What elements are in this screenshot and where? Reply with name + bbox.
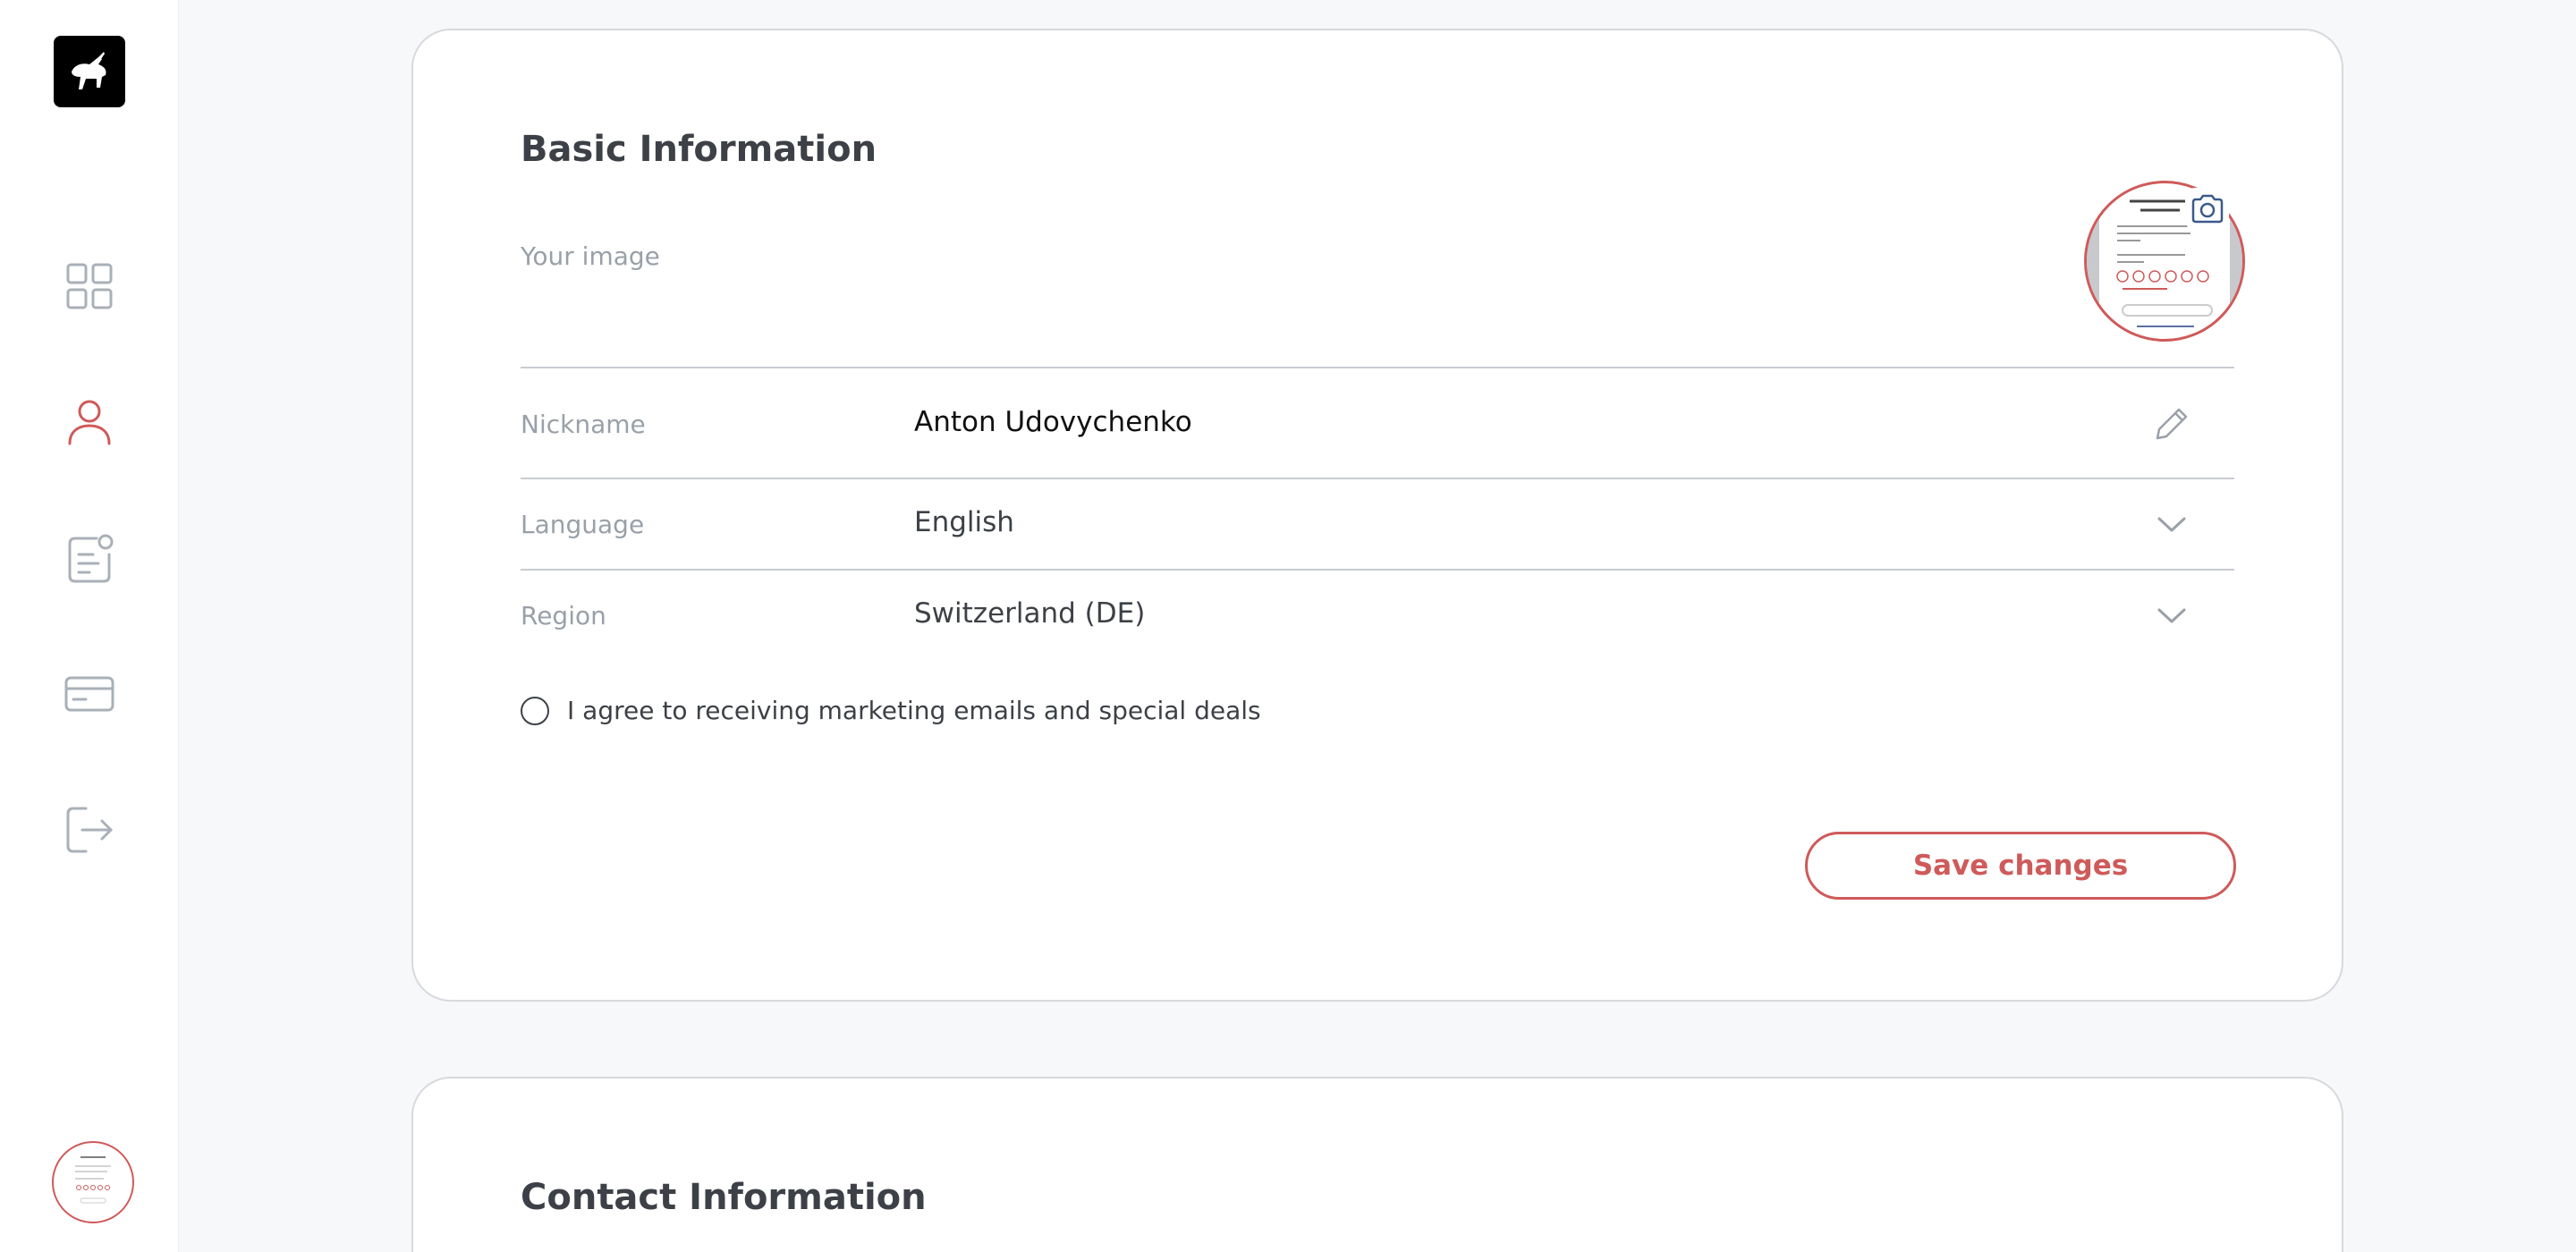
your-image-label: Your image (521, 241, 660, 271)
nickname-value: Anton Udovychenko (914, 406, 1192, 438)
document-icon (68, 534, 114, 583)
sidebar (0, 0, 179, 1252)
language-label: Language (521, 510, 645, 539)
region-dropdown-toggle[interactable] (2148, 592, 2195, 639)
marketing-consent-checkbox[interactable] (521, 696, 549, 725)
contact-information-card: Contact Information (411, 1077, 2343, 1252)
sidebar-item-dashboard[interactable] (63, 259, 116, 313)
chevron-down-icon (2157, 517, 2186, 532)
camera-icon (2191, 194, 2224, 224)
section-title-contact-information: Contact Information (521, 1177, 927, 1218)
language-select[interactable]: English (914, 506, 1014, 538)
sidebar-item-documents[interactable] (63, 531, 116, 585)
divider (521, 569, 2234, 571)
logout-icon (66, 807, 113, 853)
avatar[interactable] (52, 1141, 134, 1223)
sidebar-item-profile[interactable] (63, 395, 116, 449)
edit-nickname-button[interactable] (2148, 401, 2195, 447)
divider (521, 367, 2234, 368)
basic-information-card: Basic Information Your image Nickname An… (411, 29, 2343, 1002)
language-dropdown-toggle[interactable] (2148, 501, 2195, 547)
section-title-basic-information: Basic Information (521, 129, 877, 170)
sidebar-item-payments[interactable] (63, 667, 116, 721)
sidebar-item-logout[interactable] (63, 803, 116, 857)
marketing-consent[interactable]: I agree to receiving marketing emails an… (521, 696, 1261, 725)
chevron-down-icon (2157, 608, 2186, 623)
grid-icon (66, 263, 113, 309)
divider (521, 478, 2234, 479)
save-changes-button[interactable]: Save changes (1805, 832, 2236, 900)
bull-logo[interactable] (54, 36, 125, 107)
marketing-consent-label: I agree to receiving marketing emails an… (567, 696, 1261, 725)
bull-logo-icon (72, 52, 106, 89)
change-photo-button[interactable] (2186, 188, 2229, 231)
region-label: Region (521, 601, 606, 630)
region-select[interactable]: Switzerland (DE) (914, 597, 1145, 630)
pencil-icon (2156, 408, 2188, 440)
user-icon (68, 400, 111, 445)
card-icon (64, 676, 114, 712)
avatar-thumbnail-icon (70, 1152, 116, 1213)
nickname-label: Nickname (521, 410, 646, 439)
